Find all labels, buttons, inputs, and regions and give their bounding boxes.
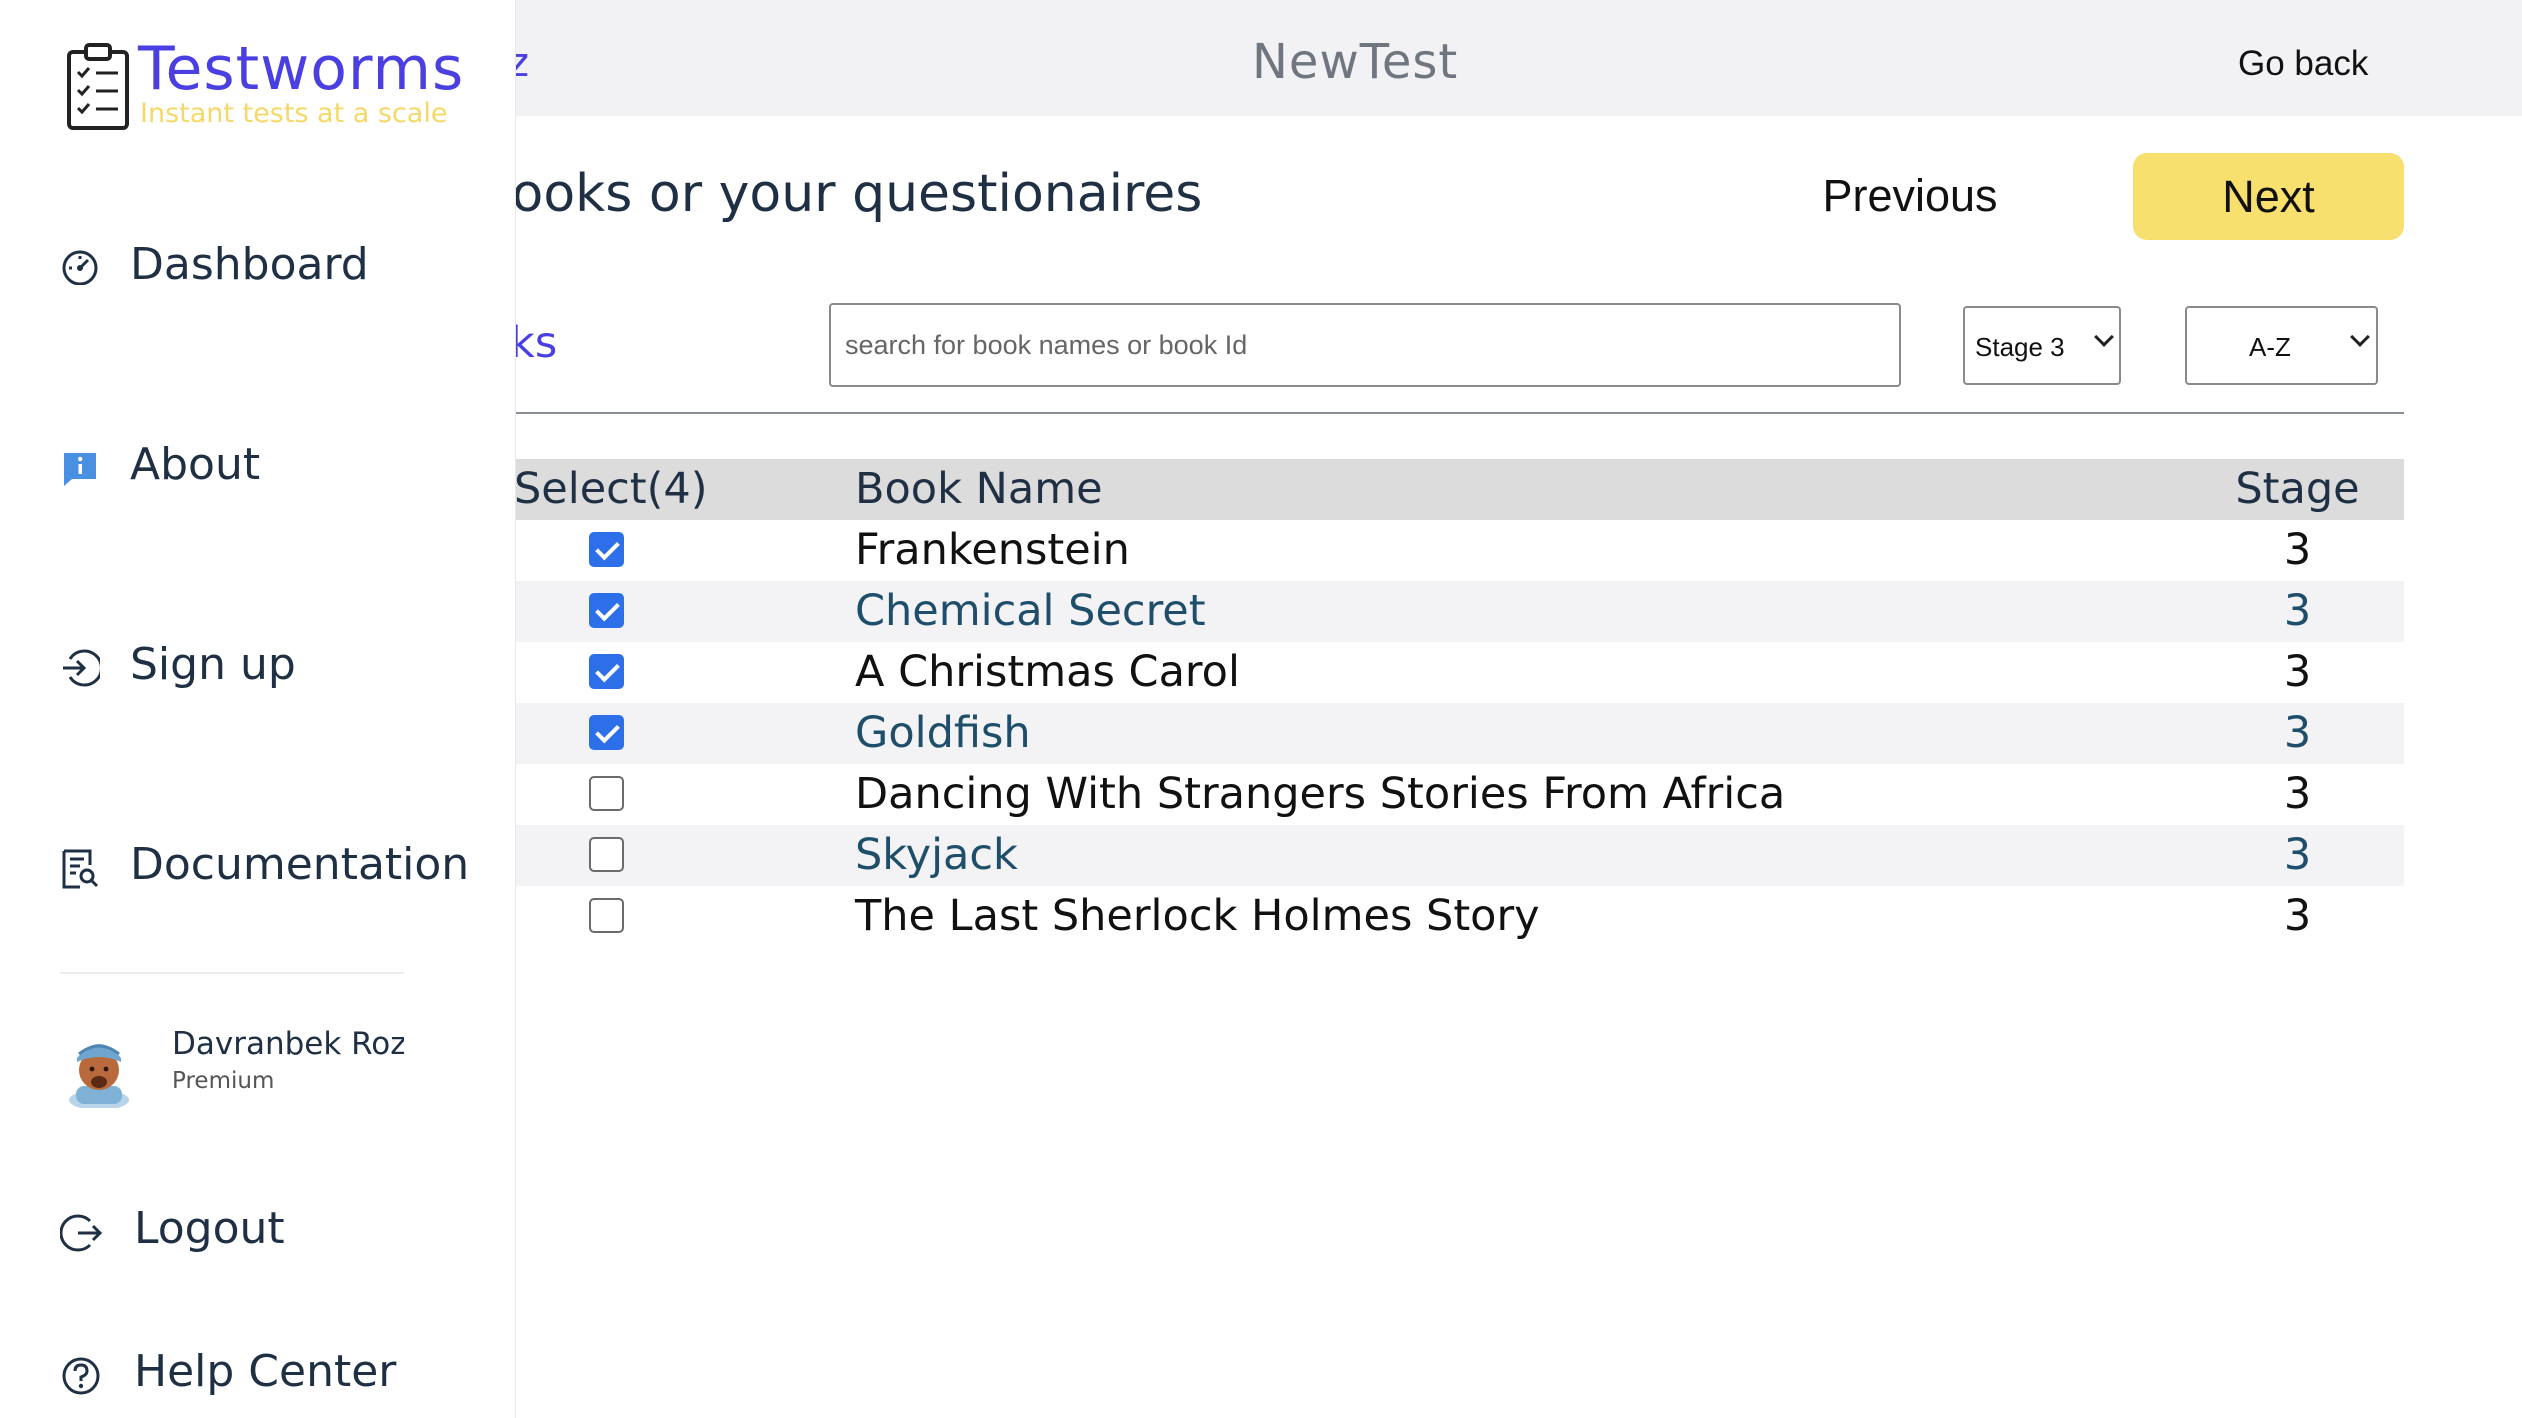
sidebar-item-label: Documentation	[130, 839, 470, 890]
select-column-header: Select(4)	[514, 464, 708, 514]
next-button[interactable]: Next	[2133, 153, 2404, 240]
user-name: Davranbek Rozn	[172, 1026, 404, 1062]
table-header-row: Select(4) Book Name Stage	[430, 459, 2404, 520]
sort-order-value: A-Z	[2249, 332, 2291, 362]
sidebar-divider	[60, 972, 404, 974]
brand-tagline: Instant tests at a scale	[140, 98, 448, 129]
sidebar: Testworms Instant tests at a scale Dashb…	[0, 0, 516, 1418]
sidebar-item-label: Sign up	[130, 639, 296, 690]
book-name: Dancing With Strangers Stories From Afri…	[855, 769, 1786, 819]
book-name: Skyjack	[855, 830, 1018, 880]
page-heading: e books or your questionaires	[430, 164, 1203, 224]
row-checkbox[interactable]	[589, 654, 624, 689]
book-name: The Last Sherlock Holmes Story	[855, 891, 1540, 941]
table-row[interactable]: Skyjack 3	[430, 825, 2404, 886]
table-row[interactable]: A Christmas Carol 3	[430, 642, 2404, 703]
go-back-link[interactable]: Go back	[2238, 44, 2368, 84]
book-stage: 3	[2283, 891, 2312, 941]
help-icon	[62, 1357, 100, 1395]
document-search-icon	[62, 849, 99, 889]
row-checkbox[interactable]	[589, 776, 624, 811]
stage-filter-value: Stage 3	[1975, 332, 2065, 362]
row-checkbox[interactable]	[589, 532, 624, 567]
section-divider	[430, 412, 2404, 414]
sidebar-item-label: Logout	[134, 1203, 285, 1254]
user-plan-badge: Premium	[172, 1068, 275, 1094]
book-name: Frankenstein	[855, 525, 1130, 575]
sidebar-item-label: Help Center	[134, 1346, 397, 1397]
table-row[interactable]: Dancing With Strangers Stories From Afri…	[430, 764, 2404, 825]
book-stage: 3	[2283, 647, 2312, 697]
chevron-down-icon	[2094, 327, 2114, 347]
sidebar-item-label: Dashboard	[130, 239, 369, 290]
info-icon	[64, 453, 96, 486]
table-row[interactable]: The Last Sherlock Holmes Story 3	[430, 886, 2404, 947]
book-search-input[interactable]	[829, 303, 1901, 387]
page-title: NewTest	[1252, 34, 1459, 90]
row-checkbox[interactable]	[589, 837, 624, 872]
row-checkbox[interactable]	[589, 898, 624, 933]
book-name: A Christmas Carol	[855, 647, 1240, 697]
table-row[interactable]: Goldfish 3	[430, 703, 2404, 764]
table-row[interactable]: Frankenstein 3	[430, 520, 2404, 581]
clipboard-checklist-icon	[67, 43, 129, 130]
book-name: Chemical Secret	[855, 586, 1206, 636]
stage-filter-select[interactable]: Stage 3	[1963, 306, 2121, 385]
dashboard-gauge-icon	[62, 250, 98, 285]
book-stage: 3	[2283, 708, 2312, 758]
book-name-column-header: Book Name	[855, 464, 1103, 514]
logout-icon	[60, 1214, 103, 1252]
chevron-down-icon	[2350, 327, 2370, 347]
book-stage: 3	[2283, 769, 2312, 819]
book-stage: 3	[2283, 586, 2312, 636]
table-row[interactable]: Chemical Secret 3	[430, 581, 2404, 642]
brand-name[interactable]: Testworms	[138, 34, 464, 104]
books-table: Select(4) Book Name Stage Frankenstein 3…	[430, 459, 2404, 947]
row-checkbox[interactable]	[589, 593, 624, 628]
stage-column-header: Stage	[2235, 464, 2360, 514]
book-name: Goldfish	[855, 708, 1031, 758]
sign-in-icon	[63, 649, 100, 687]
sidebar-item-label: About	[130, 439, 261, 490]
avatar[interactable]	[62, 1028, 136, 1108]
row-checkbox[interactable]	[589, 715, 624, 750]
book-stage: 3	[2283, 525, 2312, 575]
sort-order-select[interactable]: A-Z	[2185, 306, 2378, 385]
previous-button[interactable]: Previous	[1800, 152, 2020, 240]
book-stage: 3	[2283, 830, 2312, 880]
